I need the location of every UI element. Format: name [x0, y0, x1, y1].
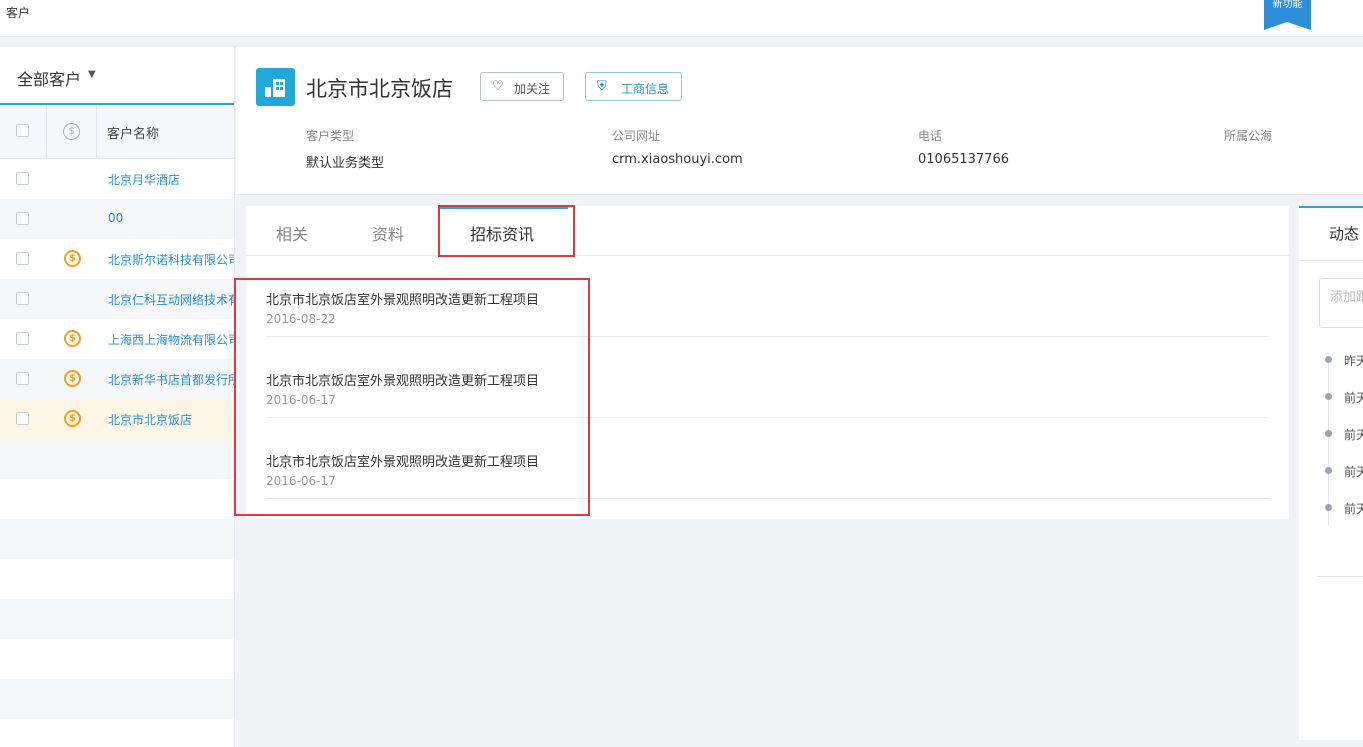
new-feature-ribbon[interactable]: 新功能	[1264, 0, 1311, 30]
follow-button-label: 加关注	[514, 82, 551, 96]
customer-row[interactable]: 00	[0, 199, 234, 239]
tab-profile[interactable]: 资料	[372, 221, 404, 245]
empty-row	[0, 439, 234, 479]
customer-row[interactable]: 北京月华酒店	[0, 159, 234, 199]
empty-row	[0, 679, 234, 719]
field-website: 公司网址 crm.xiaoshouyi.com	[612, 129, 743, 167]
field-public-pool: 所属公海	[1224, 129, 1273, 143]
dollar-icon: $	[64, 250, 81, 267]
shield-icon: ⛨	[597, 79, 607, 94]
row-checkbox[interactable]	[16, 412, 29, 425]
timeline-time: 前天	[1344, 428, 1363, 442]
customer-row[interactable]: $ 北京市北京饭店	[0, 399, 234, 439]
ribbon-label: 新功能	[1272, 0, 1303, 10]
customer-name-link[interactable]: 北京市北京饭店	[108, 411, 192, 428]
customer-name-link[interactable]: 北京月华酒店	[108, 171, 180, 188]
building-icon	[256, 68, 295, 106]
row-checkbox[interactable]	[16, 252, 29, 265]
business-info-button[interactable]: ⛨ 工商信息	[585, 72, 682, 101]
dollar-icon: $	[64, 410, 81, 427]
list-header: $ 客户名称	[0, 105, 234, 159]
row-checkbox[interactable]	[16, 212, 29, 225]
heart-plus-icon: ♡	[492, 79, 504, 94]
empty-row	[0, 519, 234, 559]
row-checkbox[interactable]	[16, 292, 29, 305]
row-checkbox[interactable]	[16, 372, 29, 385]
timeline-dot	[1325, 356, 1332, 363]
empty-row	[0, 479, 234, 519]
filter-label: 全部客户	[17, 70, 82, 89]
timeline-time: 前天	[1344, 391, 1363, 405]
customer-name-link[interactable]: 北京仁科互动网络技术有限公司	[108, 291, 234, 308]
customer-name-link[interactable]: 北京新华书店首都发行所	[108, 371, 234, 388]
chevron-down-icon: ▼	[88, 69, 96, 80]
row-checkbox[interactable]	[16, 172, 29, 185]
business-info-label: 工商信息	[621, 82, 670, 96]
dollar-icon: $	[64, 330, 81, 347]
tab-bar: 相关 资料 招标资讯	[246, 206, 1289, 256]
activity-panel: 动态 添加跟进 昨天前天前天前天前天	[1299, 206, 1363, 740]
select-all-checkbox[interactable]	[16, 124, 29, 137]
row-checkbox[interactable]	[16, 332, 29, 345]
activity-title[interactable]: 动态	[1329, 223, 1359, 244]
empty-row	[0, 639, 234, 679]
timeline-dot	[1325, 467, 1332, 474]
website-link[interactable]: crm.xiaoshouyi.com	[612, 152, 743, 167]
tab-related[interactable]: 相关	[276, 221, 308, 245]
customer-name-link[interactable]: 上海西上海物流有限公司	[108, 331, 234, 348]
highlight-box-list	[234, 278, 590, 516]
field-phone: 电话 01065137766	[918, 129, 1009, 167]
field-customer-type: 客户类型 默认业务类型	[306, 129, 385, 171]
customer-row[interactable]: $ 北京新华书店首都发行所	[0, 359, 234, 399]
dollar-icon: $	[63, 123, 80, 140]
timeline-time: 前天	[1344, 502, 1363, 516]
highlight-box-tab	[438, 205, 575, 257]
page-title: 客户	[6, 6, 31, 20]
customer-rows: 北京月华酒店 00 $ 北京斯尔诺科技有限公司北京仁科互动网络技术有限公司 $ 上海西上海…	[0, 159, 234, 747]
empty-row	[0, 559, 234, 599]
customer-header: 北京市北京饭店 ♡ 加关注 ⛨ 工商信息 客户类型 默认业务类型 公司网址 cr…	[236, 47, 1363, 195]
timeline-dot	[1325, 430, 1332, 437]
timeline-dot	[1325, 393, 1332, 400]
company-name: 北京市北京饭店	[306, 77, 453, 101]
empty-row	[0, 599, 234, 639]
column-header-name: 客户名称	[107, 127, 160, 142]
timeline-dot	[1325, 504, 1332, 511]
customer-row[interactable]: 北京仁科互动网络技术有限公司	[0, 279, 234, 319]
add-followup-input[interactable]: 添加跟进	[1319, 278, 1363, 328]
customer-name-link[interactable]: 00	[108, 211, 123, 225]
timeline-time: 昨天	[1344, 354, 1363, 368]
customer-list-panel: 全部客户 ▼ $ 客户名称 北京月华酒店 00 $ 北京斯尔诺科技有限公司 北京仁科互动…	[0, 47, 235, 747]
customer-name-link[interactable]: 北京斯尔诺科技有限公司	[108, 251, 234, 268]
empty-row	[0, 719, 234, 747]
dollar-icon: $	[64, 370, 81, 387]
customer-filter-dropdown[interactable]: 全部客户 ▼	[0, 47, 234, 105]
customer-row[interactable]: $ 北京斯尔诺科技有限公司	[0, 239, 234, 279]
follow-button[interactable]: ♡ 加关注	[480, 72, 564, 101]
top-bar: 客户 新功能	[0, 0, 1363, 37]
customer-row[interactable]: $ 上海西上海物流有限公司	[0, 319, 234, 359]
timeline-time: 前天	[1344, 465, 1363, 479]
